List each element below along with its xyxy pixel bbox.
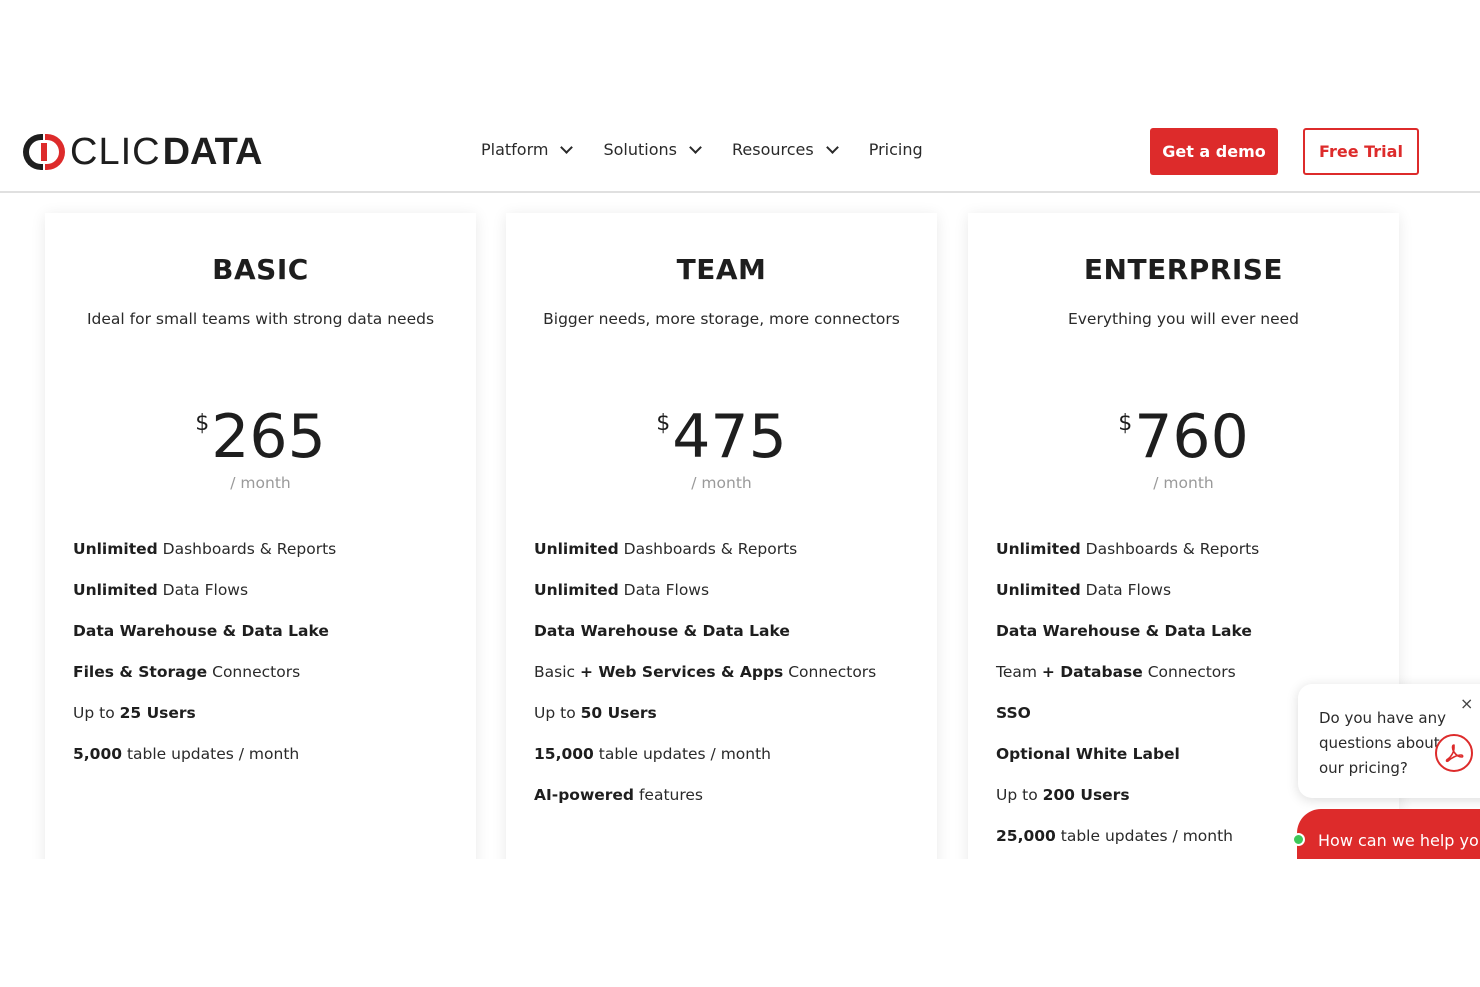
plan-card-basic: BASIC Ideal for small teams with strong … [45, 213, 476, 859]
plan-card-team: TEAM Bigger needs, more storage, more co… [506, 213, 937, 859]
plan-price: $265 [45, 405, 476, 469]
nav-item-label: Resources [732, 140, 814, 159]
chat-launcher-button[interactable]: How can we help you? [1297, 809, 1480, 859]
feature-item: Up to 50 Users [534, 704, 657, 722]
plan-price: $760 [968, 405, 1399, 469]
feature-item: Data Warehouse & Data Lake [534, 622, 790, 640]
logo-text-data: DATA [162, 131, 263, 173]
feature-item: Unlimited Dashboards & Reports [534, 540, 798, 558]
feature-item: 15,000 table updates / month [534, 745, 772, 763]
feature-list: Unlimited Dashboards & Reports Unlimited … [534, 538, 917, 825]
nav-item-label: Pricing [868, 140, 923, 159]
plan-tagline: Bigger needs, more storage, more connect… [543, 310, 900, 328]
main-nav: Platform Solutions Resources Pricing [481, 140, 955, 159]
nav-item-pricing[interactable]: Pricing [869, 140, 923, 159]
plan-name: BASIC [212, 253, 309, 286]
chevron-down-icon [689, 140, 702, 154]
nav-item-platform[interactable]: Platform [481, 140, 574, 159]
feature-item: Unlimited Dashboards & Reports [73, 540, 337, 558]
chat-prompt-bubble[interactable]: Do you have any questions about our pric… [1298, 684, 1480, 798]
feature-item: Unlimited Data Flows [73, 581, 249, 599]
online-status-icon [1292, 833, 1305, 846]
nav-item-label: Solutions [603, 140, 677, 159]
price-amount: 265 [211, 402, 326, 472]
pricing-section: BASIC Ideal for small teams with strong … [0, 194, 1480, 859]
plan-name: TEAM [676, 253, 767, 286]
chevron-down-icon [560, 140, 574, 154]
pdf-icon[interactable] [1435, 734, 1473, 772]
nav-item-solutions[interactable]: Solutions [603, 140, 702, 159]
site-header: CLIC DATA Platform Solutions Resources P… [0, 104, 1480, 193]
currency-symbol: $ [195, 411, 210, 436]
feature-item: Unlimited Data Flows [996, 581, 1172, 599]
close-icon[interactable]: × [1460, 694, 1473, 713]
feature-item: Data Warehouse & Data Lake [996, 622, 1252, 640]
nav-item-label: Platform [481, 140, 549, 159]
price-period: / month [691, 474, 752, 492]
logo-text-clic: CLIC [70, 131, 161, 173]
nav-item-resources[interactable]: Resources [732, 140, 839, 159]
chat-question: Do you have any questions about our pric… [1319, 709, 1446, 777]
feature-item: Up to 25 Users [73, 704, 196, 722]
feature-item: Basic + Web Services & Apps Connectors [534, 663, 877, 681]
price-amount: 475 [672, 402, 787, 472]
plan-name: ENTERPRISE [1083, 253, 1284, 286]
feature-item: 5,000 table updates / month [73, 745, 300, 763]
feature-item: Data Warehouse & Data Lake [73, 622, 329, 640]
plan-tagline: Everything you will ever need [1067, 310, 1300, 328]
currency-symbol: $ [656, 411, 671, 436]
feature-list: Unlimited Dashboards & Reports Unlimited … [73, 538, 456, 784]
price-period: / month [230, 474, 291, 492]
get-demo-button[interactable]: Get a demo [1150, 128, 1278, 175]
currency-symbol: $ [1118, 411, 1133, 436]
price-period: / month [1153, 474, 1214, 492]
chevron-down-icon [825, 140, 839, 154]
feature-item: AI-powered features [534, 786, 703, 804]
feature-item: Files & Storage Connectors [73, 663, 301, 681]
logo-mark-icon [23, 134, 65, 170]
free-trial-button[interactable]: Free Trial [1303, 128, 1419, 175]
clicdata-logo[interactable]: CLIC DATA [23, 132, 262, 172]
feature-item: Unlimited Data Flows [534, 581, 710, 599]
price-amount: 760 [1134, 402, 1249, 472]
plan-price: $475 [506, 405, 937, 469]
feature-item: Unlimited Dashboards & Reports [996, 540, 1260, 558]
plan-tagline: Ideal for small teams with strong data n… [86, 310, 435, 328]
chat-launcher-label: How can we help you? [1318, 831, 1480, 850]
